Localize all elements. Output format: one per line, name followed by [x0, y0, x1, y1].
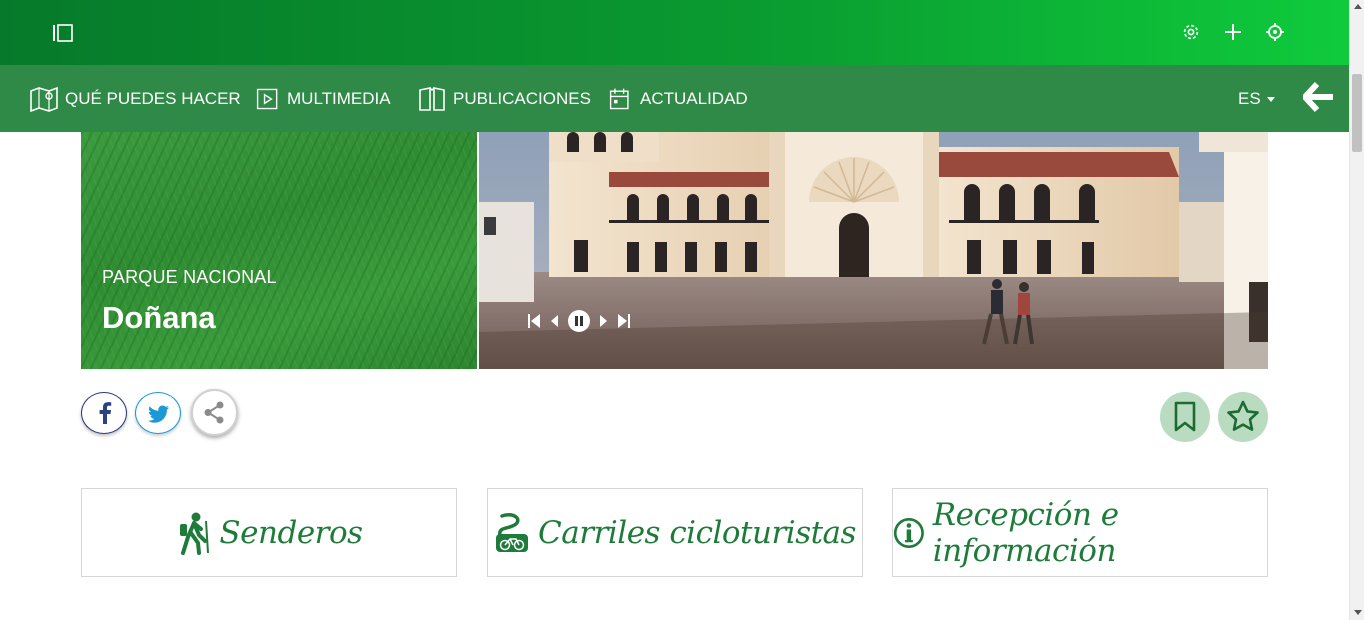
language-selector[interactable]: ES	[1238, 89, 1276, 109]
prev-icon[interactable]	[549, 313, 559, 334]
calendar-icon	[609, 88, 629, 110]
bookmark-icon	[1174, 401, 1196, 432]
map-pin-icon	[30, 86, 58, 112]
twitter-share-button[interactable]	[135, 392, 181, 434]
settings-icon[interactable]	[1181, 22, 1201, 42]
main-nav: QUÉ PUEDES HACER MULTIMEDIA PUBLICACIONE…	[0, 65, 1349, 132]
scrollbar[interactable]	[1349, 0, 1364, 620]
card-label: Senderos	[219, 514, 363, 551]
slider-controls	[527, 309, 631, 338]
scroll-up-icon[interactable]	[1354, 4, 1362, 9]
nav-item-label: QUÉ PUEDES HACER	[65, 89, 241, 108]
hero-title-panel: PARQUE NACIONAL Doñana	[81, 132, 477, 369]
hero-kicker: PARQUE NACIONAL	[102, 267, 277, 287]
play-icon	[256, 88, 278, 110]
sidebar-toggle-icon[interactable]	[52, 24, 74, 42]
nav-item-que-puedes-hacer[interactable]: QUÉ PUEDES HACER	[29, 85, 241, 113]
top-bar	[0, 0, 1349, 65]
top-bar-icons	[1181, 22, 1285, 42]
nav-item-actualidad[interactable]: ACTUALIDAD	[608, 85, 748, 113]
share-icon	[204, 401, 224, 424]
pause-icon[interactable]	[567, 309, 591, 338]
last-icon[interactable]	[617, 313, 631, 334]
arrow-left-icon[interactable]	[1302, 81, 1335, 113]
bicycle-icon	[496, 512, 529, 552]
book-icon	[419, 87, 445, 111]
card-senderos[interactable]: Senderos	[81, 488, 457, 577]
caret-down-icon	[1267, 97, 1276, 103]
scroll-down-icon[interactable]	[1354, 610, 1362, 615]
bookmark-button[interactable]	[1160, 392, 1210, 442]
hero-title: Doñana	[102, 300, 216, 335]
facebook-icon	[99, 402, 112, 424]
nav-item-label: ACTUALIDAD	[640, 89, 748, 108]
language-label: ES	[1238, 89, 1261, 108]
info-icon	[893, 517, 924, 548]
first-icon[interactable]	[527, 313, 541, 334]
card-recepcion-e-informacion[interactable]: Recepción e información	[892, 488, 1268, 577]
card-carriles-cicloturistas[interactable]: Carriles cicloturistas	[487, 488, 863, 577]
plus-icon[interactable]	[1223, 22, 1243, 42]
card-label: Recepción e información	[932, 496, 1119, 569]
scrollbar-thumb[interactable]	[1352, 74, 1362, 152]
crosshair-icon[interactable]	[1265, 22, 1285, 42]
nav-item-label: PUBLICACIONES	[453, 89, 591, 108]
twitter-icon	[148, 405, 169, 423]
favorite-button[interactable]	[1218, 392, 1268, 442]
share-button[interactable]	[191, 389, 238, 436]
next-icon[interactable]	[599, 313, 609, 334]
card-label: Carriles cicloturistas	[538, 514, 856, 551]
nav-item-publicaciones[interactable]: PUBLICACIONES	[417, 85, 591, 113]
nav-item-label: MULTIMEDIA	[287, 89, 391, 108]
nav-item-multimedia[interactable]: MULTIMEDIA	[255, 85, 391, 113]
page: QUÉ PUEDES HACER MULTIMEDIA PUBLICACIONE…	[0, 0, 1364, 620]
facebook-share-button[interactable]	[81, 392, 127, 434]
star-icon	[1227, 400, 1259, 431]
hiker-icon	[180, 512, 210, 555]
